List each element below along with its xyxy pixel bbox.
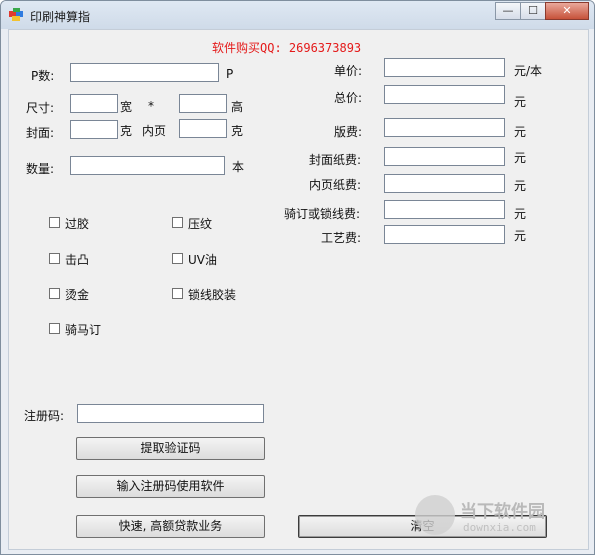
cover-paper-fee-field[interactable] (384, 147, 505, 168)
window-title: 印刷神算指 (30, 10, 91, 24)
uv-oil-label: UV油 (188, 253, 217, 267)
craft-fee-field-input[interactable] (385, 228, 504, 246)
cover-label: 封面: (26, 126, 55, 140)
height-input-field[interactable] (180, 97, 226, 115)
inner-paper-fee-unit: 元 (514, 179, 527, 193)
minimize-button[interactable]: — (495, 2, 521, 20)
binding-fee-unit: 元 (514, 207, 527, 221)
width-input-field[interactable] (71, 97, 117, 115)
form-client-area: 软件购买QQ: 2696373893 P数: P 尺寸: 宽 * 高 封面: 克… (8, 29, 589, 550)
quantity-label: 数量: (26, 162, 55, 176)
craft-fee-label: 工艺费: (321, 231, 362, 245)
saddle-stitch-checkbox[interactable] (49, 323, 60, 334)
quantity-input-field[interactable] (71, 159, 224, 177)
inner-gsm-input[interactable] (179, 119, 227, 140)
inner-gsm-unit: 克 (231, 124, 244, 138)
cover-gsm-input[interactable] (70, 120, 118, 141)
reg-code-input-field[interactable] (78, 407, 263, 425)
pages-unit: P (226, 67, 234, 81)
app-window: 印刷神算指 — ☐ ✕ 软件购买QQ: 2696373893 P数: P 尺寸:… (0, 0, 595, 555)
inner-paper-fee-field[interactable] (384, 174, 505, 195)
loan-service-button[interactable]: 快速, 高额贷款业务 (76, 515, 265, 538)
pages-input-field[interactable] (71, 66, 218, 84)
cover-paper-fee-unit: 元 (514, 151, 527, 165)
sewn-binding-label: 锁线胶装 (188, 288, 237, 302)
raised-label: 击凸 (65, 253, 90, 267)
width-unit: 宽 (120, 100, 133, 114)
watermark-name: 当下软件园 (460, 502, 545, 522)
width-input[interactable] (70, 94, 118, 115)
plate-fee-field-input[interactable] (385, 121, 504, 139)
inner-label: 内页 (142, 124, 167, 138)
height-unit: 高 (231, 100, 244, 114)
height-input[interactable] (179, 94, 227, 115)
raised-checkbox[interactable] (49, 253, 60, 264)
emboss-label: 压纹 (188, 217, 213, 231)
saddle-stitch-label: 骑马订 (65, 323, 102, 337)
craft-fee-field[interactable] (384, 225, 505, 246)
total-price-label: 总价: (334, 91, 363, 105)
app-icon (9, 8, 23, 21)
foil-checkbox[interactable] (49, 288, 60, 299)
inner-paper-fee-field-input[interactable] (385, 177, 504, 195)
plate-fee-field[interactable] (384, 118, 505, 139)
quantity-input[interactable] (70, 156, 225, 177)
watermark-logo-icon (415, 495, 455, 535)
cover-gsm-input-field[interactable] (71, 123, 117, 141)
maximize-button[interactable]: ☐ (520, 2, 546, 20)
inner-gsm-input-field[interactable] (180, 122, 226, 140)
pages-label: P数: (31, 69, 55, 83)
times-sign: * (148, 99, 154, 113)
binding-fee-field[interactable] (384, 200, 505, 221)
reg-code-label: 注册码: (24, 409, 65, 423)
get-verification-code-button[interactable]: 提取验证码 (76, 437, 265, 460)
unit-price-unit: 元/本 (514, 64, 543, 78)
pages-input[interactable] (70, 63, 219, 84)
unit-price-label: 单价: (334, 64, 363, 78)
inner-paper-fee-label: 内页纸费: (309, 178, 362, 192)
binding-fee-label: 骑订或锁线费: (284, 207, 361, 221)
plate-fee-label: 版费: (334, 125, 363, 139)
cover-paper-fee-field-input[interactable] (385, 150, 504, 168)
sewn-binding-checkbox[interactable] (172, 288, 183, 299)
emboss-checkbox[interactable] (172, 217, 183, 228)
size-label: 尺寸: (26, 101, 55, 115)
craft-fee-unit: 元 (514, 229, 527, 243)
total-price-unit: 元 (514, 95, 527, 109)
binding-fee-field-input[interactable] (385, 203, 504, 221)
quantity-unit: 本 (232, 160, 245, 174)
enter-reg-code-button[interactable]: 输入注册码使用软件 (76, 475, 265, 498)
total-price-field[interactable] (384, 85, 505, 106)
promo-text: 软件购买QQ: 2696373893 (212, 41, 362, 55)
close-button[interactable]: ✕ (545, 2, 589, 20)
plate-fee-unit: 元 (514, 125, 527, 139)
total-price-field-input[interactable] (385, 88, 504, 106)
uv-oil-checkbox[interactable] (172, 253, 183, 264)
foil-label: 烫金 (65, 288, 90, 302)
unit-price-field[interactable] (384, 58, 505, 79)
lamination-label: 过胶 (65, 217, 90, 231)
watermark-url: downxia.com (463, 521, 536, 534)
unit-price-field-input[interactable] (385, 61, 504, 79)
lamination-checkbox[interactable] (49, 217, 60, 228)
cover-paper-fee-label: 封面纸费: (309, 153, 362, 167)
cover-gsm-unit: 克 (120, 124, 133, 138)
reg-code-input[interactable] (77, 404, 264, 425)
title-bar: 印刷神算指 — ☐ ✕ (1, 1, 594, 29)
